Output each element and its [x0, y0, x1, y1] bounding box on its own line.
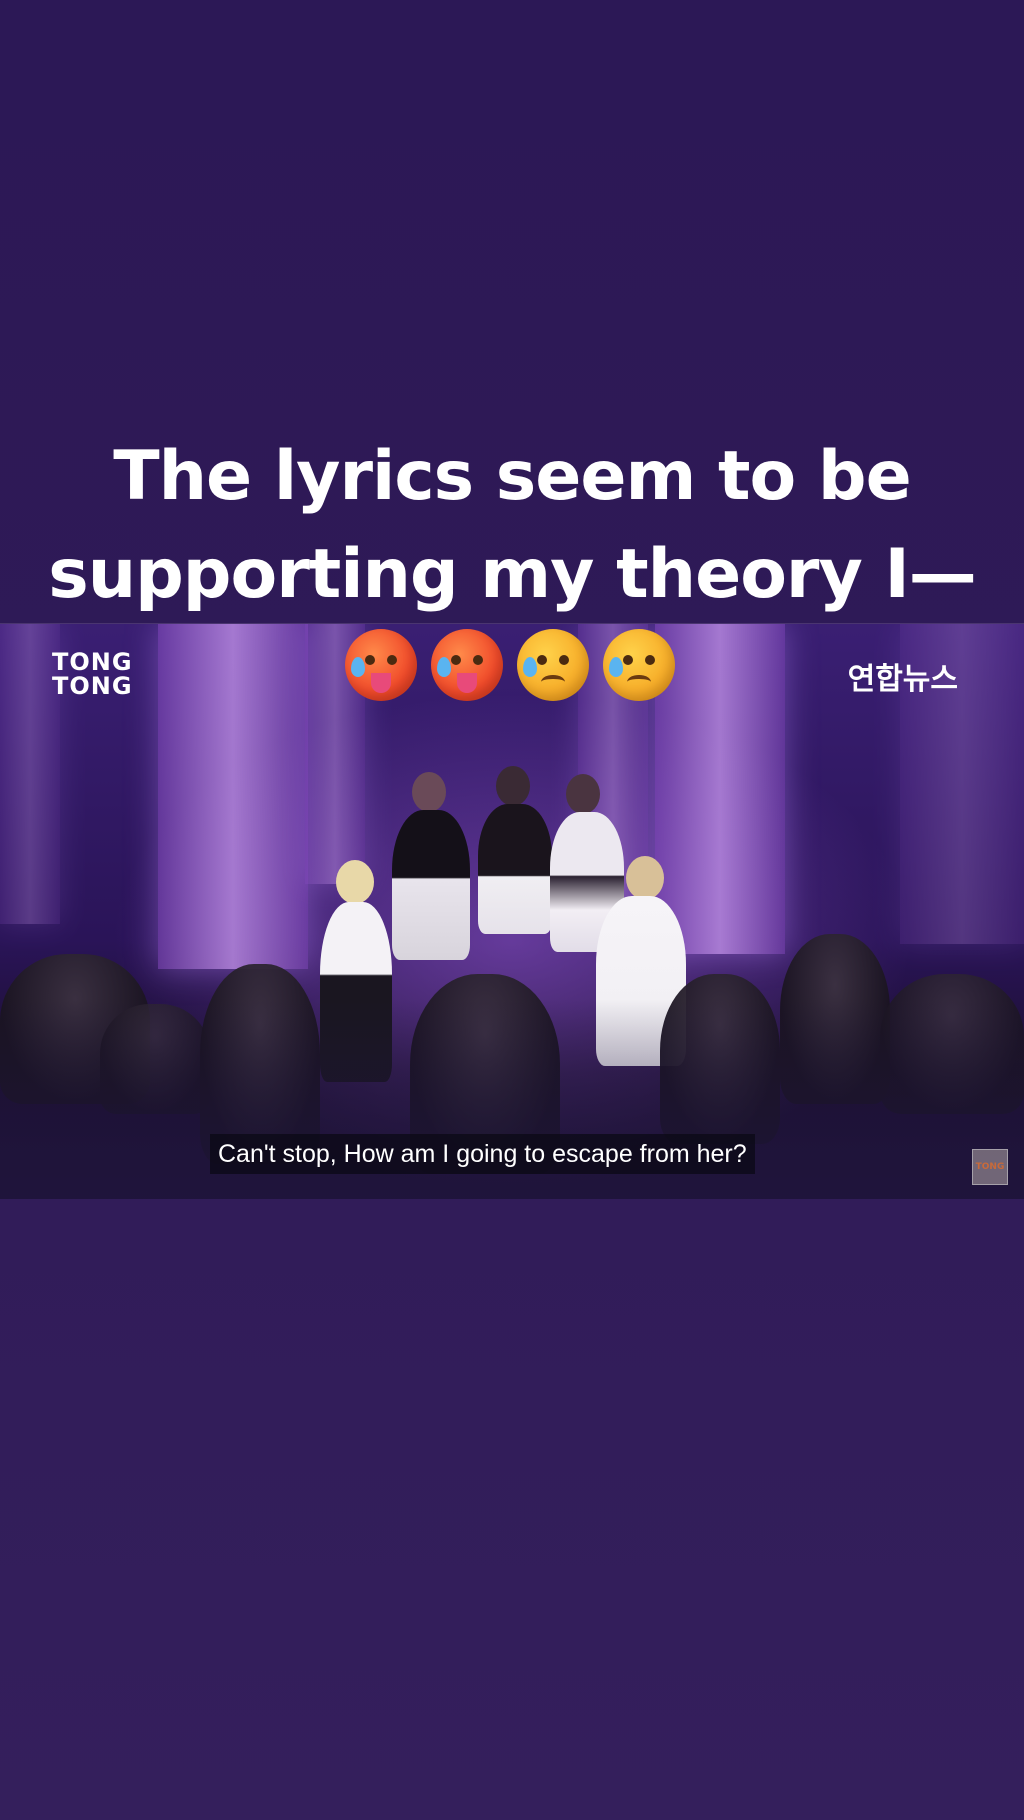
video-player[interactable]: TONG TONG 연합뉴스 Can't stop, How am I goin…: [0, 623, 1024, 1199]
channel-watermark-badge[interactable]: TONG: [972, 1149, 1008, 1185]
sad-but-relieved-face-icon: [517, 629, 589, 701]
logo-line-1: TONG: [52, 648, 133, 676]
stage-light-pillar: [0, 624, 60, 924]
performer: [478, 804, 552, 934]
video-subtitle: Can't stop, How am I going to escape fro…: [210, 1134, 755, 1174]
caption-line-1: The lyrics seem to be: [113, 437, 911, 516]
performer-head: [566, 774, 600, 814]
performer: [392, 810, 470, 960]
caption-line-2: supporting my theory I—: [48, 535, 977, 614]
emoji-row: [345, 629, 675, 701]
yonhap-news-logo: 연합뉴스: [847, 662, 958, 697]
hot-face-icon: [345, 629, 417, 701]
sad-but-relieved-face-icon: [603, 629, 675, 701]
performer-head: [336, 860, 374, 904]
hot-face-icon: [431, 629, 503, 701]
performer-head: [412, 772, 446, 812]
post-caption: The lyrics seem to be supporting my theo…: [24, 428, 1000, 624]
stage-light-pillar: [158, 624, 308, 969]
tongtong-logo: TONG TONG: [52, 650, 133, 698]
logo-line-2: TONG: [52, 672, 133, 700]
performer-head: [496, 766, 530, 806]
performer-head: [626, 856, 664, 900]
